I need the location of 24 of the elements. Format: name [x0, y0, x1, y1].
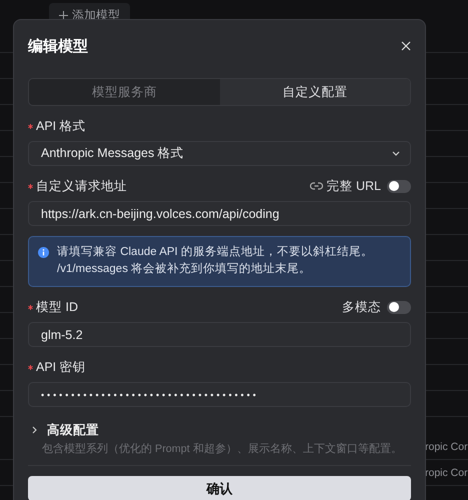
section-description: 包含模型系列（优化的 Prompt 和超参）、展示名称、上下文窗口等配置。	[42, 442, 402, 456]
input-field[interactable]: https://ark.cn-beijing.volces.com/api/coding	[28, 201, 411, 226]
toggle-label: 完整 URL	[326, 178, 381, 194]
chevron-down-icon	[392, 151, 400, 156]
password-field[interactable]: ••••••••••••••••••••••••••••••••••••	[28, 382, 411, 407]
toggle-switch[interactable]	[387, 180, 411, 192]
input-field[interactable]: glm-5.2	[28, 322, 411, 347]
section-title[interactable]: 高级配置	[47, 422, 99, 438]
field-label: API 密钥	[36, 358, 86, 376]
format-select[interactable]: Anthropic Messages 格式	[28, 141, 411, 166]
tab[interactable]: 自定义配置	[220, 79, 410, 105]
confirm-button[interactable]: 确认	[28, 476, 411, 500]
field-label: 模型 ID	[36, 298, 78, 316]
notice-text: 请填写兼容 Claude API 的服务端点地址，不要以斜杠结尾。 /v1/messages 将会被补充到你填写的地址末尾。	[57, 244, 374, 277]
close-icon[interactable]	[401, 41, 411, 51]
plus-icon	[59, 10, 68, 20]
tab[interactable]: 模型服务商	[29, 79, 220, 105]
info-icon	[38, 247, 49, 258]
field-label: API 格式	[36, 118, 86, 134]
dialog-title: 编辑模型	[28, 36, 88, 56]
toggle-switch[interactable]	[387, 300, 411, 314]
toggle-label: 多模态	[342, 298, 381, 316]
field-label: 自定义请求地址	[36, 178, 127, 194]
chevron-right-icon[interactable]	[32, 426, 37, 434]
